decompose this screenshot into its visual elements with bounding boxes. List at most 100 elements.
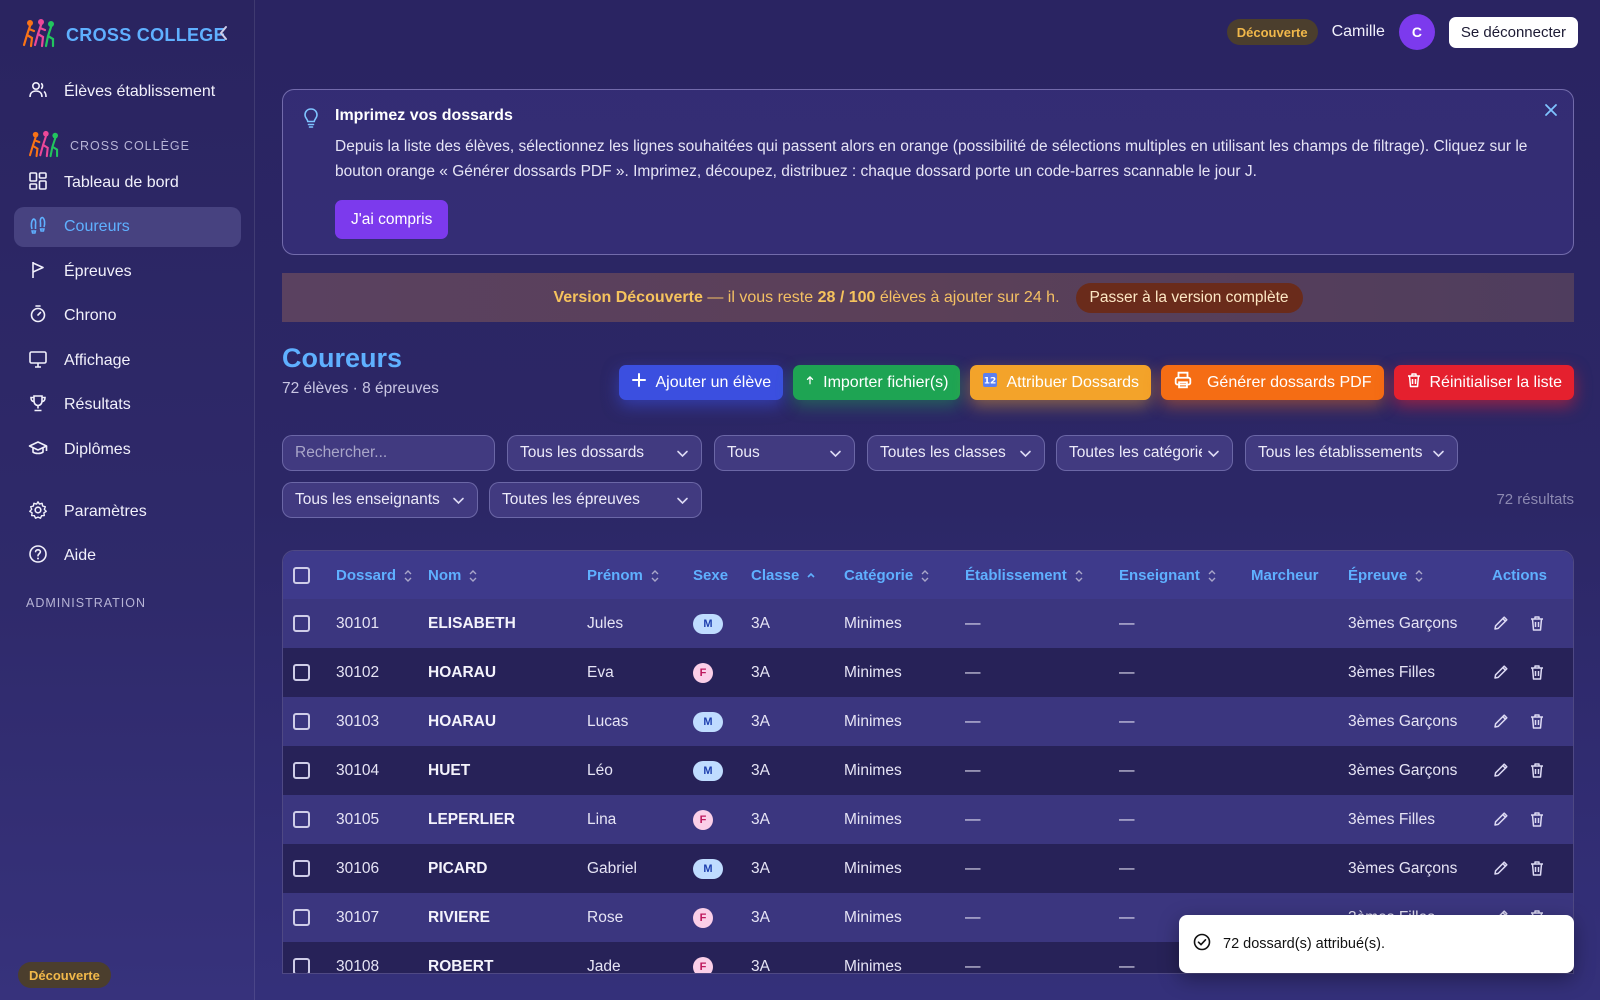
delete-trash-icon[interactable] (1528, 761, 1546, 779)
brand[interactable]: CROSS COLLEGE (22, 18, 226, 53)
select-all-checkbox[interactable] (293, 566, 310, 584)
cell-dossard: 30108 (336, 957, 380, 974)
brand-title: CROSS COLLEGE (66, 25, 226, 45)
avatar[interactable]: C (1398, 14, 1435, 50)
table-row[interactable]: 30103 HOARAU Lucas M 3A Minimes — — 3èmes Garçon… (283, 697, 1573, 746)
sidebar-item-chrono[interactable]: Chrono (14, 296, 241, 336)
collapse-sidebar-chevron-icon[interactable] (214, 22, 234, 44)
cell-epreuve: 3èmes Filles (1348, 663, 1435, 681)
row-checkbox[interactable] (293, 614, 310, 632)
column-header-classe[interactable]: Classe (751, 551, 844, 599)
sidebar-item-parametres[interactable]: Paramètres (14, 492, 241, 532)
row-checkbox[interactable] (293, 810, 310, 828)
generate-pdf-button[interactable]: Générer dossards PDF (1160, 365, 1384, 400)
sex-badge: M (693, 613, 723, 634)
row-checkbox[interactable] (293, 957, 310, 973)
sidebar: CROSS COLLEGE Élèves établissement CROSS… (0, 0, 255, 1000)
header-label: Marcheur (1251, 566, 1319, 584)
import-files-button[interactable]: Importer fichier(s) (793, 365, 961, 400)
cell-etablissement: — (965, 859, 981, 877)
cell-classe: 3A (751, 614, 770, 632)
cell-dossard: 30107 (336, 908, 380, 926)
column-header-categorie[interactable]: Catégorie (844, 551, 965, 599)
filter-enseignants-select[interactable]: Tous les enseignants (282, 482, 478, 518)
edit-pencil-icon[interactable] (1492, 761, 1510, 779)
column-header-sexe: Sexe (693, 551, 751, 599)
filter-etablissements-select[interactable]: Tous les établissements (1245, 435, 1458, 471)
delete-trash-icon[interactable] (1528, 712, 1546, 730)
edit-pencil-icon[interactable] (1492, 859, 1510, 877)
table-row[interactable]: 30105 LEPERLIER Lina F 3A Minimes — — 3èmes Fill… (283, 795, 1573, 844)
logout-button[interactable]: Se déconnecter (1448, 16, 1578, 48)
timer-icon (28, 304, 48, 329)
topbar: Découverte Camille C Se déconnecter (1226, 14, 1578, 50)
column-header-prenom[interactable]: Prénom (587, 551, 693, 599)
cell-categorie: Minimes (844, 712, 902, 730)
filter-epreuves-select[interactable]: Toutes les épreuves (489, 482, 702, 518)
cell-prenom: Eva (587, 663, 614, 681)
gear-icon (28, 500, 48, 525)
runners-logo-icon (22, 18, 56, 53)
delete-trash-icon[interactable] (1528, 663, 1546, 681)
table-row[interactable]: 30101 ELISABETH Jules M 3A Minimes — — 3èmes Gar… (283, 599, 1573, 648)
search-input[interactable] (282, 435, 495, 471)
column-header-enseignant[interactable]: Enseignant (1119, 551, 1251, 599)
add-student-button[interactable]: Ajouter un élève (619, 365, 784, 400)
column-header-epreuve[interactable]: Épreuve (1348, 551, 1492, 599)
printer-icon (1173, 371, 1193, 394)
sidebar-item-resultats[interactable]: Résultats (14, 385, 241, 425)
edit-pencil-icon[interactable] (1492, 614, 1510, 632)
section-cross-college: CROSS COLLÈGE (26, 130, 190, 161)
sidebar-item-epreuves[interactable]: Épreuves (14, 252, 241, 292)
cell-classe: 3A (751, 663, 770, 681)
page-subtitle: 72 élèves · 8 épreuves (282, 380, 439, 397)
upgrade-button[interactable]: Passer à la version complète (1075, 282, 1303, 313)
chevron-down-icon (1207, 447, 1220, 460)
cell-nom: HOARAU (428, 712, 497, 730)
cell-etablissement: — (965, 908, 981, 926)
sidebar-item-diplomes[interactable]: Diplômes (14, 430, 241, 470)
delete-trash-icon[interactable] (1528, 810, 1546, 828)
row-checkbox[interactable] (293, 712, 310, 730)
users-icon (28, 80, 48, 105)
filter-categories-select[interactable]: Toutes les catégories (1056, 435, 1233, 471)
filter-classes-select[interactable]: Toutes les classes (867, 435, 1045, 471)
select-value: Toutes les classes (880, 444, 1006, 461)
acknowledge-button[interactable]: J'ai compris (335, 200, 449, 239)
sidebar-item-eleves[interactable]: Élèves établissement (14, 72, 241, 112)
cell-enseignant: — (1119, 761, 1135, 779)
sort-icon (468, 569, 478, 583)
table-row[interactable]: 30106 PICARD Gabriel M 3A Minimes — — 3èmes Garç… (283, 844, 1573, 893)
sidebar-item-tableau-de-bord[interactable]: Tableau de bord (14, 163, 241, 203)
assign-bibs-button[interactable]: 12 Attribuer Dossards (970, 365, 1151, 400)
close-icon[interactable] (1543, 102, 1559, 118)
sidebar-item-aide[interactable]: Aide (14, 536, 241, 576)
edit-pencil-icon[interactable] (1492, 712, 1510, 730)
cell-etablissement: — (965, 712, 981, 730)
cell-dossard: 30102 (336, 663, 380, 681)
column-header-etablissement[interactable]: Établissement (965, 551, 1119, 599)
trophy-icon (28, 393, 48, 418)
row-checkbox[interactable] (293, 663, 310, 681)
column-header-dossard[interactable]: Dossard (336, 551, 428, 599)
table-row[interactable]: 30102 HOARAU Eva F 3A Minimes — — 3èmes Filles (283, 648, 1573, 697)
reset-list-button[interactable]: Réinitialiser la liste (1393, 365, 1574, 400)
delete-trash-icon[interactable] (1528, 859, 1546, 877)
sex-badge: M (693, 760, 723, 781)
button-label: Ajouter un élève (655, 373, 772, 391)
sort-icon (920, 569, 930, 583)
edit-pencil-icon[interactable] (1492, 663, 1510, 681)
delete-trash-icon[interactable] (1528, 614, 1546, 632)
row-checkbox[interactable] (293, 859, 310, 877)
column-header-actions: Actions (1492, 551, 1573, 599)
sidebar-item-coureurs[interactable]: Coureurs (14, 207, 241, 247)
filter-sexe-select[interactable]: Tous (714, 435, 855, 471)
filter-dossards-select[interactable]: Tous les dossards (507, 435, 702, 471)
row-checkbox[interactable] (293, 761, 310, 779)
row-checkbox[interactable] (293, 908, 310, 926)
column-header-nom[interactable]: Nom (428, 551, 587, 599)
table-row[interactable]: 30104 HUET Léo M 3A Minimes — — 3èmes Garçons (283, 746, 1573, 795)
edit-pencil-icon[interactable] (1492, 810, 1510, 828)
sidebar-item-affichage[interactable]: Affichage (14, 341, 241, 381)
cell-nom: HUET (428, 761, 471, 779)
